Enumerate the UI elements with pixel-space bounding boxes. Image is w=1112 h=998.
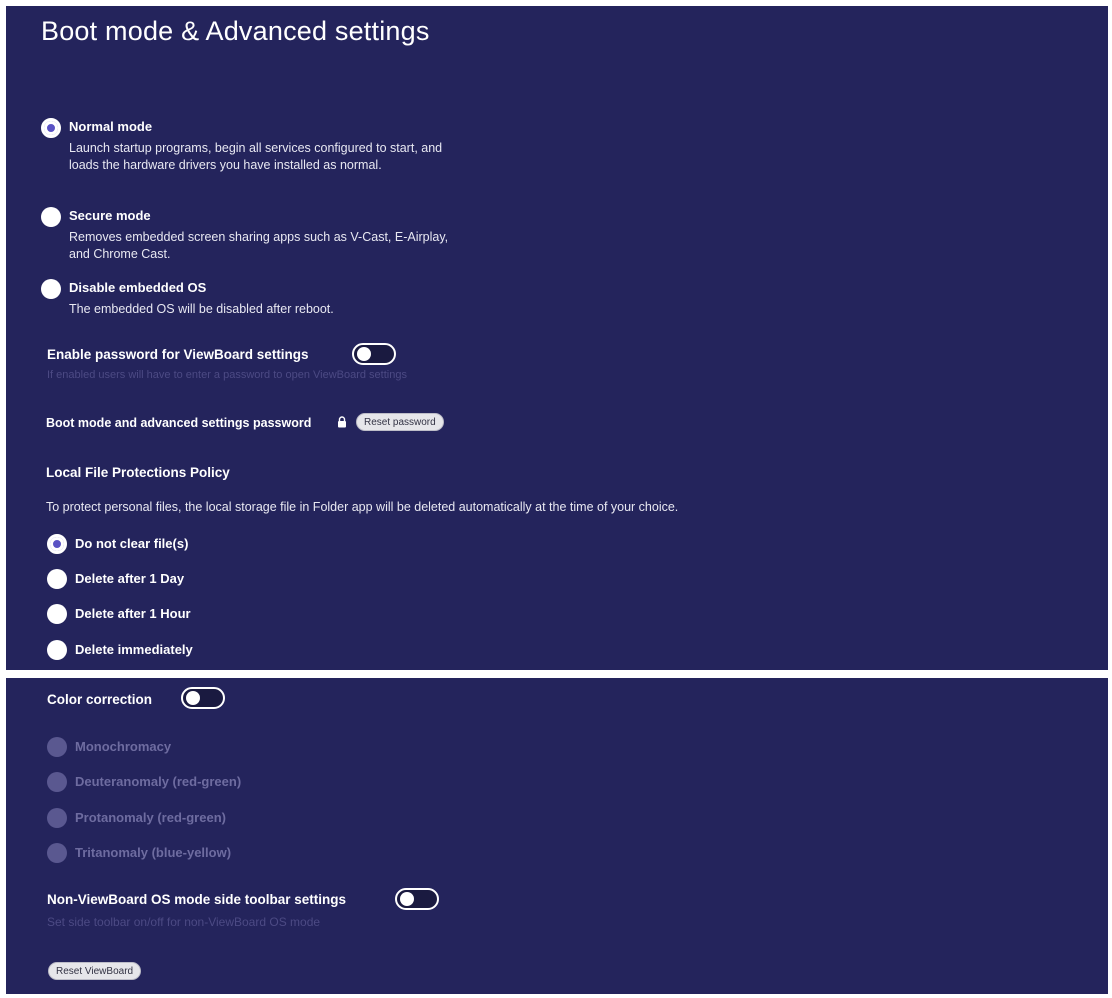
side-toolbar-toggle[interactable]: [395, 888, 439, 910]
monochromacy-radio: [47, 737, 67, 757]
side-toolbar-label: Non-ViewBoard OS mode side toolbar setti…: [47, 892, 347, 907]
deuteranomaly-radio: [47, 772, 67, 792]
delete-immediately-label[interactable]: Delete immediately: [75, 642, 193, 657]
normal-mode-radio[interactable]: [41, 118, 61, 138]
secure-mode-label[interactable]: Secure mode: [69, 208, 151, 223]
disable-embedded-os-description: The embedded OS will be disabled after r…: [69, 302, 334, 316]
normal-mode-description: Launch startup programs, begin all servi…: [69, 141, 443, 172]
delete-after-1-hour-radio[interactable]: [47, 604, 67, 624]
file-policy-title: Local File Protections Policy: [46, 465, 230, 480]
deuteranomaly-label: Deuteranomaly (red-green): [75, 774, 242, 789]
delete-after-1-hour-label[interactable]: Delete after 1 Hour: [75, 606, 191, 621]
reset-viewboard-button[interactable]: Reset ViewBoard: [48, 962, 142, 980]
toggle-knob: [400, 892, 414, 906]
page-title: Boot mode & Advanced settings: [41, 16, 430, 46]
secure-mode-radio[interactable]: [41, 207, 61, 227]
settings-panel-bottom: Color correction Monochromacy Deuteranom…: [6, 678, 1108, 994]
disable-embedded-os-radio[interactable]: [41, 279, 61, 299]
file-policy-description: To protect personal files, the local sto…: [46, 500, 679, 514]
settings-panel-top: Boot mode & Advanced settings Normal mod…: [6, 6, 1108, 670]
boot-password-label: Boot mode and advanced settings password: [46, 416, 312, 430]
reset-password-button[interactable]: Reset password: [356, 413, 444, 431]
delete-after-1-day-label[interactable]: Delete after 1 Day: [75, 571, 184, 586]
delete-after-1-day-radio[interactable]: [47, 569, 67, 589]
normal-mode-label[interactable]: Normal mode: [69, 119, 152, 134]
side-toolbar-hint: Set side toolbar on/off for non-ViewBoar…: [47, 915, 321, 929]
delete-immediately-radio[interactable]: [47, 640, 67, 660]
enable-password-toggle[interactable]: [352, 343, 396, 365]
tritanomaly-label: Tritanomaly (blue-yellow): [75, 845, 232, 860]
do-not-clear-radio[interactable]: [47, 534, 67, 554]
do-not-clear-label[interactable]: Do not clear file(s): [75, 536, 188, 551]
toggle-knob: [186, 691, 200, 705]
secure-mode-description: Removes embedded screen sharing apps suc…: [69, 230, 449, 261]
protanomaly-radio: [47, 808, 67, 828]
color-correction-toggle[interactable]: [181, 687, 225, 709]
protanomaly-label: Protanomaly (red-green): [75, 810, 226, 825]
disable-embedded-os-label[interactable]: Disable embedded OS: [69, 280, 206, 295]
enable-password-label: Enable password for ViewBoard settings: [47, 347, 309, 362]
color-correction-label: Color correction: [47, 692, 153, 707]
enable-password-hint: If enabled users will have to enter a pa…: [47, 369, 407, 381]
tritanomaly-radio: [47, 843, 67, 863]
toggle-knob: [357, 347, 371, 361]
monochromacy-label: Monochromacy: [75, 739, 172, 754]
lock-icon: [338, 416, 346, 428]
